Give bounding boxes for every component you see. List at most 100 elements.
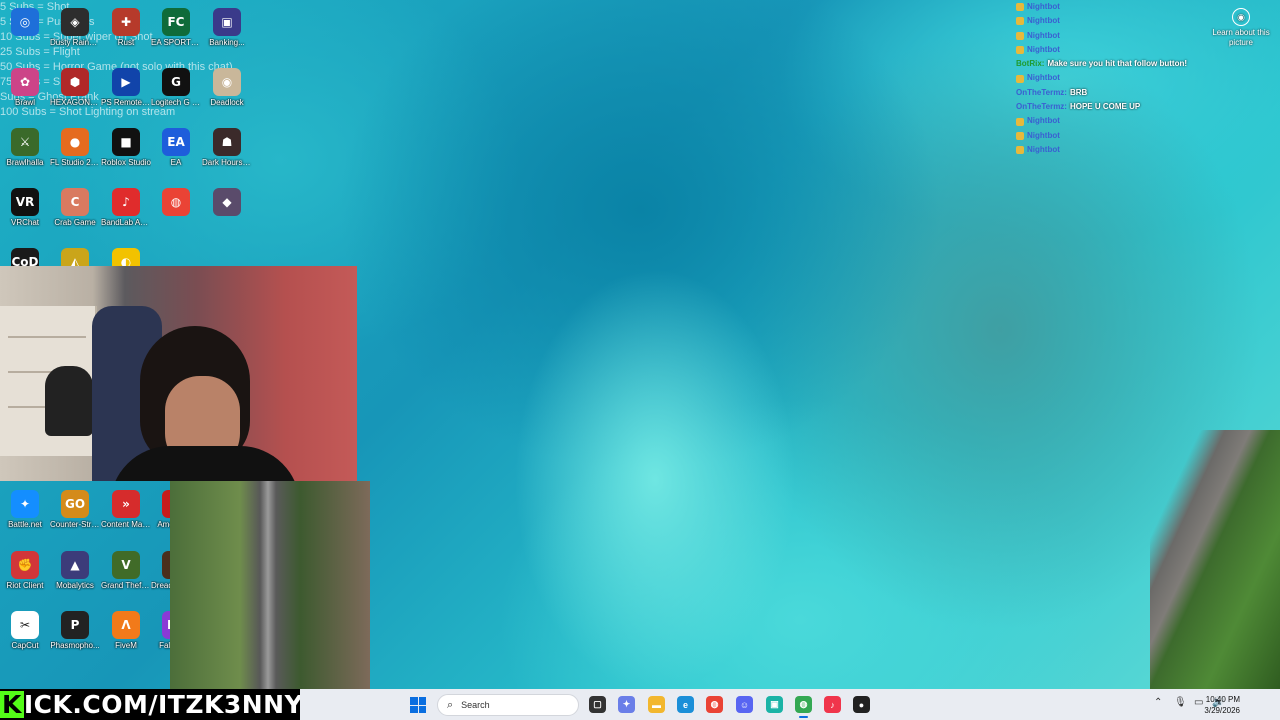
desktop-icon-label: VRChat: [10, 218, 39, 227]
learn-about-picture[interactable]: ◉ Learn about this picture: [1212, 8, 1270, 48]
desktop-icon[interactable]: ■ Roblox Studio: [101, 128, 151, 168]
app-icon: ◎: [11, 8, 39, 36]
desktop-icon[interactable]: G Logitech G HUB: [151, 68, 201, 108]
app-icon: ✂: [11, 611, 39, 639]
desktop-icon-label: Brawl: [14, 98, 35, 107]
desktop-icon[interactable]: » Content Manager: [101, 490, 151, 530]
learn-about-picture-label: Learn about this picture: [1212, 28, 1270, 47]
desktop-icon[interactable]: V Grand Theft Auto V: [101, 551, 151, 591]
microphone-icon[interactable]: 🎙: [1174, 697, 1187, 708]
webcam-feed: [0, 266, 357, 481]
start-button[interactable]: [410, 697, 426, 713]
desktop-icon-label: Roblox Studio: [101, 158, 151, 167]
chat-username: OnTheTermz:: [1016, 87, 1067, 97]
taskbar-apple-music-icon[interactable]: ♪: [824, 696, 841, 713]
desktop-icon[interactable]: EA EA: [151, 128, 201, 168]
chat-message: Nightbot: [1016, 14, 1226, 28]
taskbar-search[interactable]: ⌕ Search: [437, 694, 579, 716]
app-icon: ▲: [61, 551, 89, 579]
chat-overlay: Nightbot Nightbot Nightbot Nightbot BotRix: M…: [1016, 0, 1226, 157]
taskbar-app-teal-icon[interactable]: ▣: [766, 696, 783, 713]
desktop-icon[interactable]: ✂ CapCut: [0, 611, 50, 651]
desktop-icon[interactable]: ▣ Banking...: [202, 8, 252, 48]
desktop-icon-label: Riot Client: [6, 581, 44, 590]
desktop-icon[interactable]: VR VRChat: [0, 188, 50, 228]
desktop-icon-label: Counter-Strike Global Offe...: [50, 520, 100, 529]
chat-username: OnTheTermz:: [1016, 102, 1067, 112]
chat-badge-icon: [1016, 117, 1024, 126]
desktop-icon[interactable]: ⬢ HEXAGON Gaming...: [50, 68, 100, 108]
desktop-icon[interactable]: ▶ PS Remote Play: [101, 68, 151, 108]
chat-message: Nightbot: [1016, 29, 1226, 43]
desktop-icon[interactable]: ✚ Rust: [101, 8, 151, 48]
desktop-icon-label: EA: [170, 158, 182, 167]
desktop-icon[interactable]: ◈ Dusty Rainbow S...: [50, 8, 100, 48]
desktop-icon[interactable]: GO Counter-Strike Global Offe...: [50, 490, 100, 530]
desktop-icon-label: FL Studio 2025: [50, 158, 100, 167]
chat-badge-icon: [1016, 17, 1024, 26]
desktop-icon-label: Mobalytics: [56, 581, 94, 590]
chat-username: Nightbot: [1027, 30, 1060, 40]
desktop-icon[interactable]: ◎: [0, 8, 50, 38]
chat-badge-icon: [1016, 46, 1024, 55]
taskbar-discord-icon[interactable]: ☺: [736, 696, 753, 713]
app-icon: ✦: [11, 490, 39, 518]
desktop-icon[interactable]: ◆: [202, 188, 252, 218]
app-icon: ◉: [213, 68, 241, 96]
network-icon[interactable]: ▭: [1194, 697, 1203, 708]
kick-url-text: ICK.COM/ITZK3NNY: [23, 690, 304, 719]
taskbar-app-dark-icon[interactable]: ●: [853, 696, 870, 713]
desktop-icon[interactable]: Λ FiveM: [101, 611, 151, 651]
chat-message: OnTheTermz: BRB: [1016, 86, 1226, 100]
app-icon: P: [61, 611, 89, 639]
chat-badge-icon: [1016, 74, 1024, 83]
app-icon: ⚔: [11, 128, 39, 156]
app-icon: V: [112, 551, 140, 579]
chat-message: OnTheTermz: HOPE U COME UP: [1016, 100, 1226, 114]
desktop-icon-label: EA SPORTS FC 25: [151, 38, 201, 47]
clock[interactable]: 10:40 PM 3/29/2026: [1204, 694, 1240, 716]
chat-message: Nightbot: [1016, 0, 1226, 14]
desktop-icon[interactable]: ✿ Brawl: [0, 68, 50, 108]
camera-icon: ◉: [1232, 8, 1250, 26]
desktop-icon[interactable]: C Crab Game: [50, 188, 100, 228]
desktop-icon[interactable]: FC EA SPORTS FC 25: [151, 8, 201, 48]
desktop-icon[interactable]: ♪ BandLab Assistant: [101, 188, 151, 228]
taskbar-chrome-2-icon[interactable]: ◍: [795, 696, 812, 718]
desktop-icon-label: FiveM: [115, 641, 137, 650]
desktop-icon-label: HEXAGON Gaming...: [50, 98, 100, 107]
app-icon: ✚: [112, 8, 140, 36]
desktop-icon[interactable]: ✦ Battle.net: [0, 490, 50, 530]
taskbar-edge-icon[interactable]: e: [677, 696, 694, 713]
desktop-icon[interactable]: ✊ Riot Client: [0, 551, 50, 591]
webcam-backpack: [45, 366, 93, 436]
wallpaper-coastline: [1150, 430, 1280, 690]
app-icon: GO: [61, 490, 89, 518]
app-icon: ✊: [11, 551, 39, 579]
taskbar-copilot-icon[interactable]: ✦: [618, 696, 635, 713]
desktop-icon[interactable]: P Phasmopho...: [50, 611, 100, 651]
desktop-icon[interactable]: ◍: [151, 188, 201, 218]
desktop-icon[interactable]: ▲ Mobalytics: [50, 551, 100, 591]
chat-username: Nightbot: [1027, 130, 1060, 140]
desktop-icon[interactable]: ⚔ Brawlhalla: [0, 128, 50, 168]
chat-message: Nightbot: [1016, 43, 1226, 57]
chat-message: Nightbot: [1016, 114, 1226, 128]
desktop-icon-label: Phasmopho...: [50, 641, 100, 650]
desktop-icon-label: PS Remote Play: [101, 98, 151, 107]
app-icon: EA: [162, 128, 190, 156]
taskbar-chrome-icon[interactable]: ◍: [706, 696, 723, 713]
desktop-icon[interactable]: ◉ Deadlock: [202, 68, 252, 108]
kick-url-banner: K ICK.COM/ITZK3NNY: [0, 689, 304, 720]
desktop-icon-label: Grand Theft Auto V: [101, 581, 151, 590]
clock-date: 3/29/2026: [1204, 706, 1240, 715]
desktop-icon[interactable]: ● FL Studio 2025: [50, 128, 100, 168]
taskbar-file-explorer-icon[interactable]: ▬: [648, 696, 665, 713]
app-icon: ■: [112, 128, 140, 156]
desktop-icon[interactable]: ☗ Dark Hours: Prologue: [202, 128, 252, 168]
app-icon: ⬢: [61, 68, 89, 96]
chat-text: BRB: [1069, 87, 1088, 97]
chevron-up-icon[interactable]: ⌃: [1154, 697, 1162, 708]
taskbar-task-view-icon[interactable]: ▢: [589, 696, 606, 713]
desktop-icon-label: Crab Game: [54, 218, 96, 227]
